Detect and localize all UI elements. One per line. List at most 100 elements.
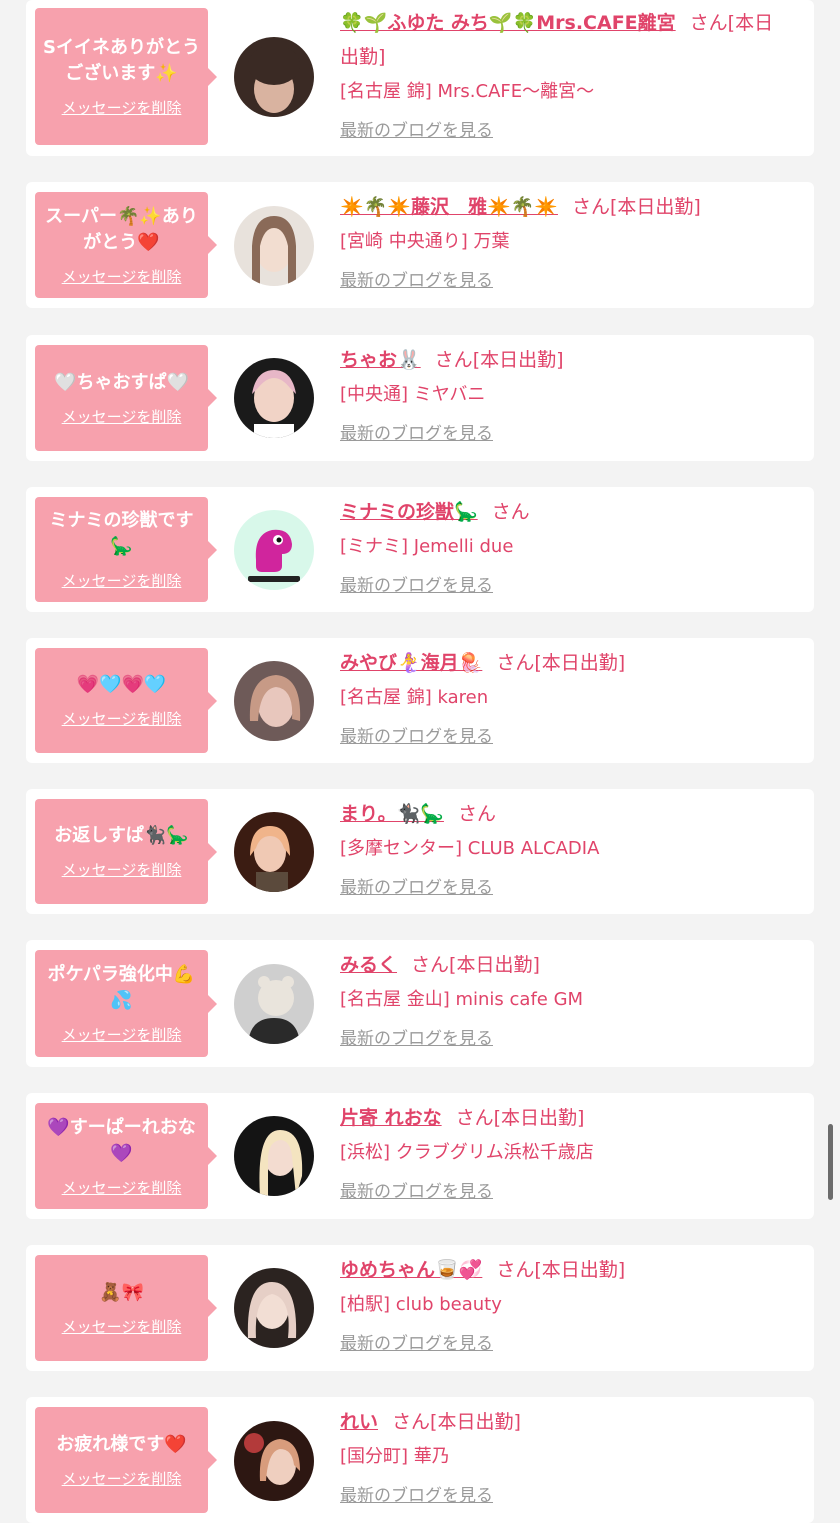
message-card: ポケパラ強化中💪💦 メッセージを削除 みるく さん[本日出勤] [名古屋 金山] … bbox=[26, 940, 814, 1067]
attendance-status: [本日出勤] bbox=[449, 954, 540, 976]
honorific: さん bbox=[496, 1259, 535, 1281]
view-blog-link[interactable]: 最新のブログを見る bbox=[340, 724, 493, 750]
message-bubble: スーパー🌴✨ありがとう❤️ メッセージを削除 bbox=[35, 192, 217, 298]
shop-info: [多摩センター] CLUB ALCADIA bbox=[340, 838, 600, 859]
sender-name-link[interactable]: ミナミの珍獣🦕 bbox=[340, 501, 478, 523]
message-bubble: 💜すーぱーれおな💜 メッセージを削除 bbox=[35, 1103, 217, 1209]
avatar[interactable] bbox=[234, 661, 314, 741]
message-text: お返しすぱ🐈‍⬛🦕 bbox=[54, 825, 189, 846]
honorific: さん bbox=[457, 803, 496, 825]
message-text: スーパー🌴✨ありがとう❤️ bbox=[45, 205, 198, 253]
view-blog-link[interactable]: 最新のブログを見る bbox=[340, 1026, 493, 1052]
honorific: さん bbox=[496, 652, 535, 674]
view-blog-link[interactable]: 最新のブログを見る bbox=[340, 875, 493, 901]
sender-info: みるく さん[本日出勤] [名古屋 金山] minis cafe GM 最新のブロ… bbox=[340, 948, 790, 1052]
message-bubble: 🤍ちゃおすぱ🤍 メッセージを削除 bbox=[35, 345, 217, 451]
message-card: ミナミの珍獣です🦕 メッセージを削除 ミナミの珍獣🦕 さん [ミナミ] Jemel… bbox=[26, 487, 814, 612]
avatar-photo-icon bbox=[234, 37, 314, 117]
attendance-status: [本日出勤] bbox=[493, 1107, 585, 1129]
avatar-photo-icon bbox=[234, 1268, 314, 1348]
delete-message-link[interactable]: メッセージを削除 bbox=[62, 708, 182, 729]
sender-name-link[interactable]: みるく bbox=[340, 954, 397, 976]
sender-name-link[interactable]: まり。🐈‍⬛🦕 bbox=[340, 803, 444, 825]
avatar[interactable] bbox=[234, 1268, 314, 1348]
message-card: Sイイネありがとうございます✨ メッセージを削除 🍀🌱ふゆた みち🌱🍀Mrs.C… bbox=[26, 0, 814, 156]
avatar[interactable] bbox=[234, 1421, 314, 1501]
delete-message-link[interactable]: メッセージを削除 bbox=[62, 406, 182, 427]
message-list: Sイイネありがとうございます✨ メッセージを削除 🍀🌱ふゆた みち🌱🍀Mrs.C… bbox=[0, 0, 840, 1523]
view-blog-link[interactable]: 最新のブログを見る bbox=[340, 1179, 493, 1205]
sender-line: 🍀🌱ふゆた みち🌱🍀Mrs.CAFE離宮 さん[本日出勤] bbox=[340, 6, 790, 74]
delete-message-link[interactable]: メッセージを削除 bbox=[62, 1316, 182, 1337]
sender-name-link[interactable]: 🍀🌱ふゆた みち🌱🍀Mrs.CAFE離宮 bbox=[340, 12, 676, 34]
view-blog-link[interactable]: 最新のブログを見る bbox=[340, 573, 493, 599]
message-text: 💗🩵💗🩵 bbox=[76, 674, 167, 695]
shop-info: [名古屋 錦] karen bbox=[340, 687, 489, 708]
view-blog-link[interactable]: 最新のブログを見る bbox=[340, 268, 493, 294]
message-bubble: 💗🩵💗🩵 メッセージを削除 bbox=[35, 648, 217, 753]
avatar-photo-icon bbox=[234, 206, 314, 286]
sender-name-link[interactable]: れい bbox=[340, 1411, 378, 1433]
sender-info: れい さん[本日出勤] [国分町] 華乃 最新のブログを見る bbox=[340, 1405, 790, 1509]
dinosaur-icon bbox=[234, 510, 314, 590]
message-bubble: Sイイネありがとうございます✨ メッセージを削除 bbox=[35, 8, 217, 145]
honorific: さん bbox=[392, 1411, 431, 1433]
scrollbar[interactable] bbox=[828, 1124, 833, 1200]
view-blog-link[interactable]: 最新のブログを見る bbox=[340, 1483, 493, 1509]
sender-info: ちゃお🐰 さん[本日出勤] [中央通] ミヤバニ 最新のブログを見る bbox=[340, 343, 790, 447]
sender-info: ミナミの珍獣🦕 さん [ミナミ] Jemelli due 最新のブログを見る bbox=[340, 495, 790, 599]
message-text: Sイイネありがとうございます✨ bbox=[43, 37, 200, 84]
sender-info: ゆめちゃん🥃💞 さん[本日出勤] [柏駅] club beauty 最新のブログを… bbox=[340, 1253, 790, 1357]
view-blog-link[interactable]: 最新のブログを見る bbox=[340, 118, 493, 144]
avatar-photo-icon bbox=[234, 1116, 314, 1196]
avatar[interactable] bbox=[234, 1116, 314, 1196]
message-text: ミナミの珍獣です🦕 bbox=[49, 510, 194, 557]
delete-message-link[interactable]: メッセージを削除 bbox=[62, 97, 182, 118]
avatar[interactable] bbox=[234, 358, 314, 438]
sender-name-link[interactable]: ✴️🌴✴️藤沢 雅✴️🌴✴️ bbox=[340, 196, 558, 218]
sender-line: みやび🧜‍♀️海月🪼 さん[本日出勤] bbox=[340, 646, 790, 680]
sender-line: ちゃお🐰 さん[本日出勤] bbox=[340, 343, 790, 377]
delete-message-link[interactable]: メッセージを削除 bbox=[62, 1177, 182, 1198]
message-card: 🧸🎀 メッセージを削除 ゆめちゃん🥃💞 さん[本日出勤] [柏駅] club be… bbox=[26, 1245, 814, 1371]
sender-line: ✴️🌴✴️藤沢 雅✴️🌴✴️ さん[本日出勤] bbox=[340, 190, 790, 224]
sender-line: みるく さん[本日出勤] bbox=[340, 948, 790, 982]
delete-message-link[interactable]: メッセージを削除 bbox=[62, 1024, 182, 1045]
avatar[interactable] bbox=[234, 964, 314, 1044]
avatar[interactable] bbox=[234, 812, 314, 892]
message-card: お返しすぱ🐈‍⬛🦕 メッセージを削除 まり。🐈‍⬛🦕 さん [多摩センター] CL… bbox=[26, 789, 814, 914]
delete-message-link[interactable]: メッセージを削除 bbox=[62, 266, 182, 287]
shop-info: [浜松] クラブグリム浜松千歳店 bbox=[340, 1142, 594, 1163]
sender-name-link[interactable]: ちゃお🐰 bbox=[340, 349, 421, 371]
avatar[interactable] bbox=[234, 37, 314, 117]
delete-message-link[interactable]: メッセージを削除 bbox=[62, 859, 182, 880]
sender-line: ミナミの珍獣🦕 さん bbox=[340, 495, 790, 529]
shop-info: [中央通] ミヤバニ bbox=[340, 384, 486, 405]
sender-line: ゆめちゃん🥃💞 さん[本日出勤] bbox=[340, 1253, 790, 1287]
delete-message-link[interactable]: メッセージを削除 bbox=[62, 570, 182, 591]
shop-info: [名古屋 錦] Mrs.CAFE〜離宮〜 bbox=[340, 81, 595, 102]
message-card: スーパー🌴✨ありがとう❤️ メッセージを削除 ✴️🌴✴️藤沢 雅✴️🌴✴️ さん[… bbox=[26, 182, 814, 308]
honorific: さん bbox=[491, 501, 530, 523]
honorific: さん bbox=[411, 954, 450, 976]
sender-name-link[interactable]: みやび🧜‍♀️海月🪼 bbox=[340, 652, 482, 674]
message-bubble: お疲れ様です❤️ メッセージを削除 bbox=[35, 1407, 217, 1513]
delete-message-link[interactable]: メッセージを削除 bbox=[62, 1468, 182, 1489]
sender-info: 🍀🌱ふゆた みち🌱🍀Mrs.CAFE離宮 さん[本日出勤] [名古屋 錦] Mrs… bbox=[340, 6, 790, 144]
avatar[interactable] bbox=[234, 206, 314, 286]
sender-name-link[interactable]: 片寄 れおな bbox=[340, 1107, 442, 1129]
attendance-status: [本日出勤] bbox=[472, 349, 564, 371]
view-blog-link[interactable]: 最新のブログを見る bbox=[340, 1331, 493, 1357]
view-blog-link[interactable]: 最新のブログを見る bbox=[340, 421, 493, 447]
shop-info: [宮崎 中央通り] 万葉 bbox=[340, 231, 510, 252]
sender-info: ✴️🌴✴️藤沢 雅✴️🌴✴️ さん[本日出勤] [宮崎 中央通り] 万葉 最新のブ… bbox=[340, 190, 790, 294]
avatar[interactable] bbox=[234, 510, 314, 590]
honorific: さん bbox=[571, 196, 610, 218]
message-card: 🤍ちゃおすぱ🤍 メッセージを削除 ちゃお🐰 さん[本日出勤] [中央通] ミヤバニ… bbox=[26, 335, 814, 461]
attendance-status: [本日出勤] bbox=[609, 196, 701, 218]
shop-info: [柏駅] club beauty bbox=[340, 1294, 502, 1315]
message-card: 💜すーぱーれおな💜 メッセージを削除 片寄 れおな さん[本日出勤] [浜松] ク… bbox=[26, 1093, 814, 1219]
sender-name-link[interactable]: ゆめちゃん🥃💞 bbox=[340, 1259, 482, 1281]
avatar-photo-icon bbox=[234, 812, 314, 892]
avatar-photo-icon bbox=[234, 1421, 314, 1501]
